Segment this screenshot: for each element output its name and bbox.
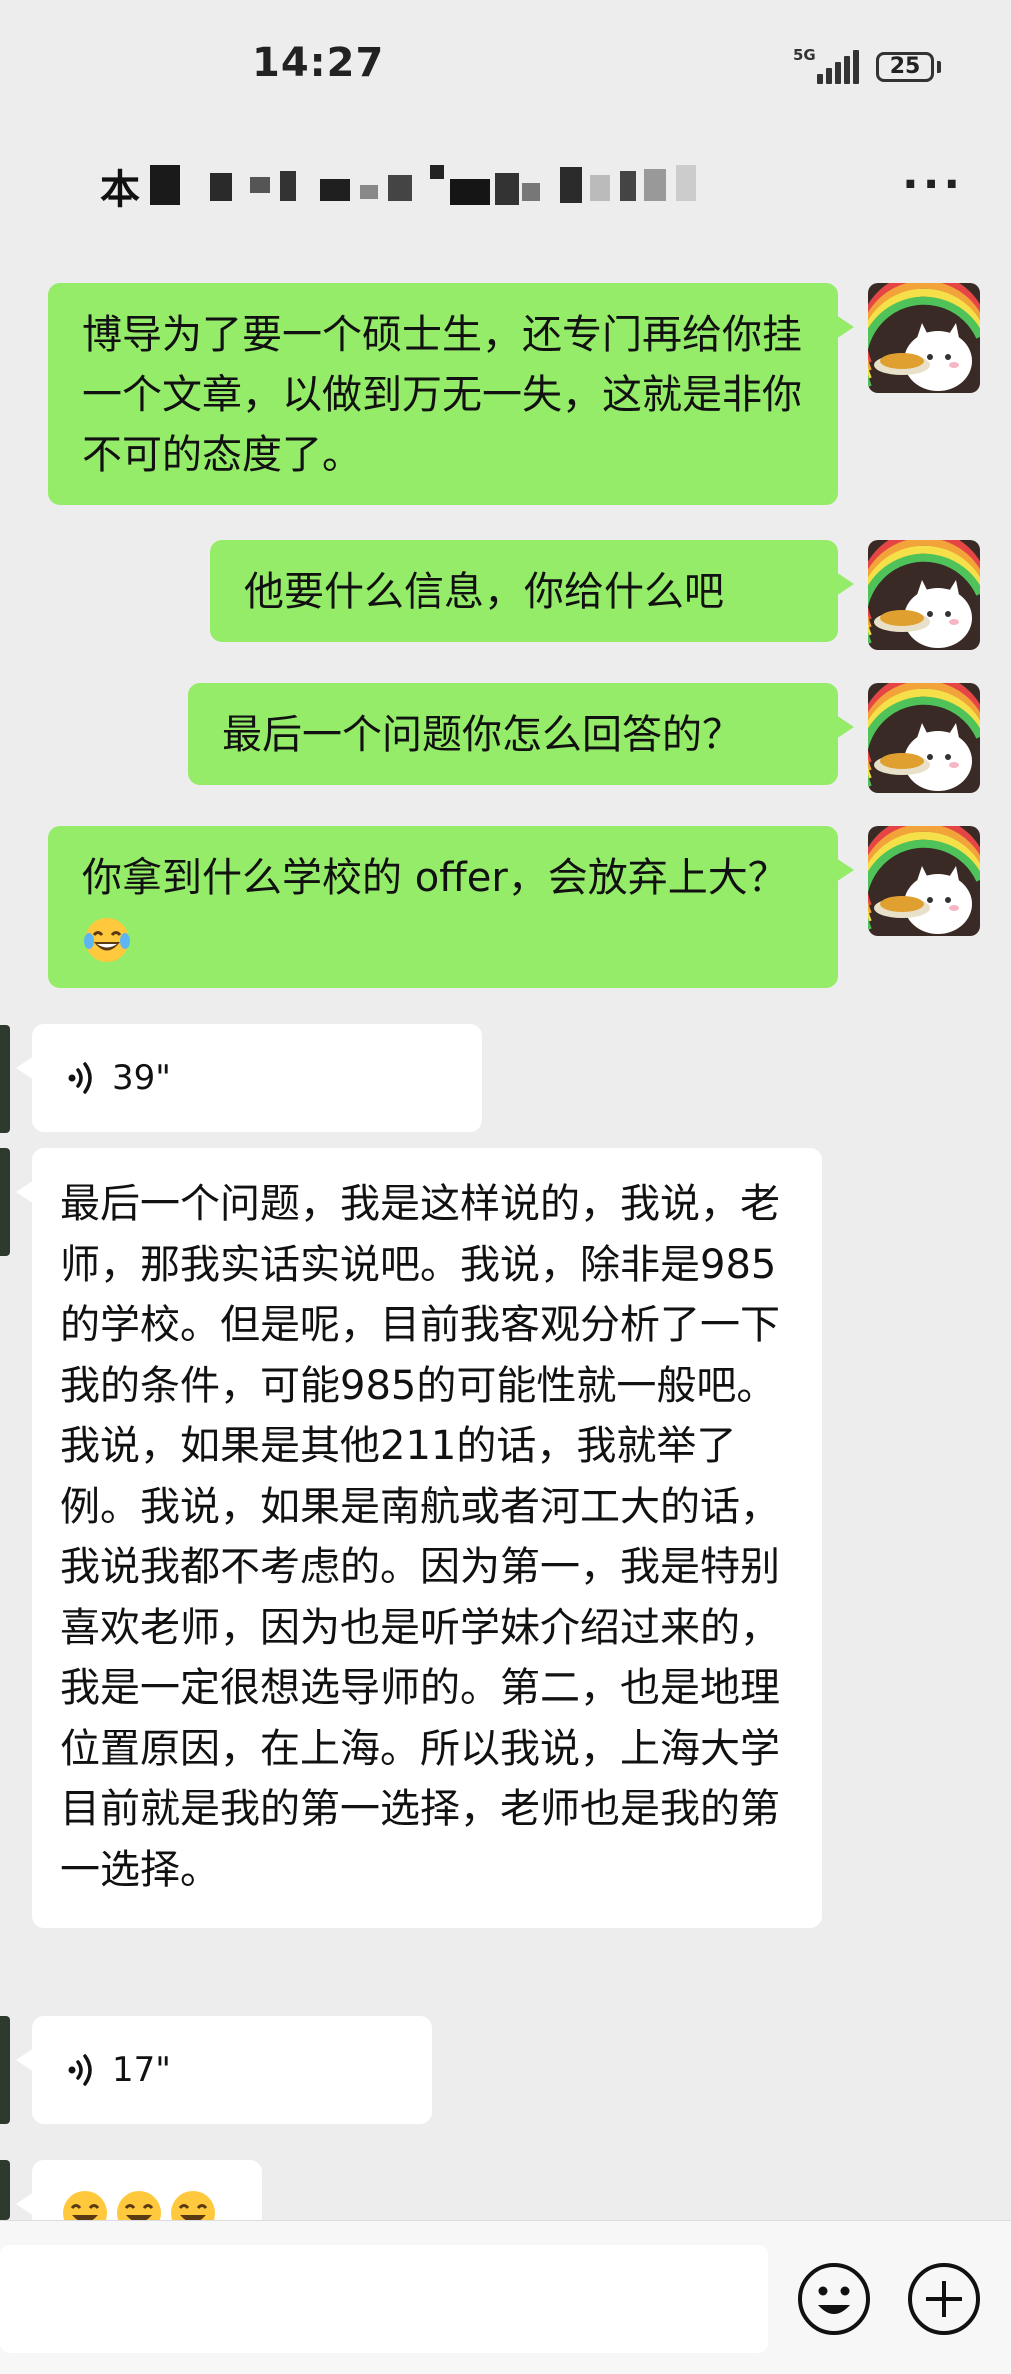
smiley-icon[interactable] xyxy=(796,2261,872,2337)
message-text: 最后一个问题，我是这样说的，我说，老师，那我实话实说吧。我说，除非是985的学校… xyxy=(60,1181,780,1893)
voice-wave-icon xyxy=(68,1062,92,1094)
my-avatar[interactable] xyxy=(868,683,980,793)
chat-screen: 14:27 5G 25 本 ··· 博导为了要一个硕士生，还专门再给你挂一个文章… xyxy=(0,0,1011,2374)
avatar-cat-rainbow-image xyxy=(868,283,980,393)
plus-circle-icon[interactable] xyxy=(906,2261,982,2337)
contact-avatar-cropped[interactable] xyxy=(0,1148,10,1256)
message-bubble-other[interactable]: 最后一个问题，我是这样说的，我说，老师，那我实话实说吧。我说，除非是985的学校… xyxy=(16,1148,822,1928)
message-text: 他要什么信息，你给什么吧 xyxy=(244,569,724,615)
voice-duration: 39" xyxy=(112,1058,171,1098)
avatar-cat-rainbow-image xyxy=(868,683,980,793)
contact-avatar-cropped[interactable] xyxy=(0,2016,10,2124)
message-bubble-me[interactable]: 你拿到什么学校的 offer，会放弃上大？ xyxy=(48,826,854,988)
avatar-cat-rainbow-image xyxy=(868,826,980,936)
chat-title[interactable]: 本 xyxy=(100,157,140,215)
network-type: 5G xyxy=(793,46,816,64)
voice-wave-icon xyxy=(68,2054,92,2086)
message-input[interactable] xyxy=(0,2245,768,2353)
message-text: 最后一个问题你怎么回答的？ xyxy=(222,712,742,758)
signal-icon xyxy=(815,50,859,84)
my-avatar[interactable] xyxy=(868,540,980,650)
voice-message-bubble[interactable]: 39" xyxy=(16,1024,482,1132)
battery-tip xyxy=(937,61,941,73)
battery-icon: 25 xyxy=(876,52,934,82)
laughing-tears-emoji xyxy=(84,918,130,962)
my-avatar[interactable] xyxy=(868,283,980,393)
status-bar: 14:27 5G 25 xyxy=(0,0,1011,135)
contact-avatar-cropped[interactable] xyxy=(0,1025,10,1133)
message-bubble-me[interactable]: 博导为了要一个硕士生，还专门再给你挂一个文章，以做到万无一失，这就是非你不可的态… xyxy=(48,283,854,505)
more-horizontal-icon[interactable]: ··· xyxy=(902,163,964,207)
contact-avatar-cropped[interactable] xyxy=(0,2160,10,2220)
voice-message-bubble[interactable]: 17" xyxy=(16,2016,432,2124)
my-avatar[interactable] xyxy=(868,826,980,936)
battery-level: 25 xyxy=(889,54,921,79)
chat-input-bar xyxy=(0,2220,1011,2374)
redacted-title-mosaic xyxy=(150,165,770,207)
message-bubble-me[interactable]: 最后一个问题你怎么回答的？ xyxy=(188,683,854,785)
voice-duration: 17" xyxy=(112,2050,171,2090)
status-time: 14:27 xyxy=(252,40,385,86)
message-bubble-me[interactable]: 他要什么信息，你给什么吧 xyxy=(210,540,854,642)
message-text: 你拿到什么学校的 offer，会放弃上大？ xyxy=(82,855,788,901)
message-text: 博导为了要一个硕士生，还专门再给你挂一个文章，以做到万无一失，这就是非你不可的态… xyxy=(82,312,802,478)
avatar-cat-rainbow-image xyxy=(868,540,980,650)
